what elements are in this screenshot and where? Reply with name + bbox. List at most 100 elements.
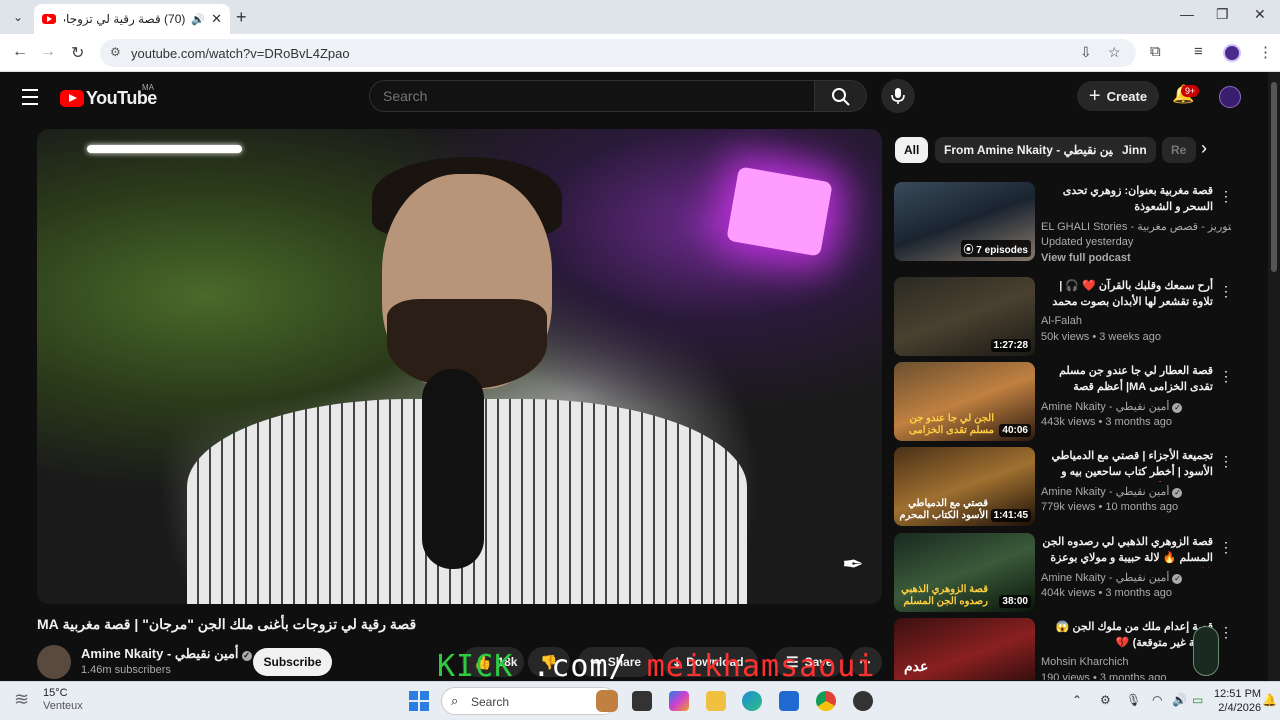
task-view-icon[interactable] [632, 691, 652, 711]
rec-channel[interactable]: Amine Nkaity - أمين نقيطي ✓ [1041, 571, 1231, 584]
reload-icon[interactable]: ↻ [71, 43, 84, 63]
taskbar-search-label: Search [471, 695, 510, 709]
clock-time: 12:51 PM [1214, 688, 1262, 700]
new-tab-button[interactable]: + [236, 7, 247, 28]
rec-title[interactable]: قصة إعدام ملك من ملوك الجن 😱 (نهاية غير … [1041, 619, 1213, 651]
rec-channel[interactable]: Amine Nkaity - أمين نقيطي ✓ [1041, 400, 1231, 413]
rec-title[interactable]: قصة الزوهري الذهبي لي رصدوه الجن المسلم … [1041, 534, 1213, 568]
minimize-icon[interactable]: — [1180, 6, 1194, 22]
tray-app-icon[interactable]: ⚙ [1100, 693, 1111, 707]
weather-wind-icon[interactable]: ≋ [14, 689, 29, 710]
rec-more-icon[interactable]: ⋮ [1219, 283, 1233, 300]
taskbar-search[interactable]: ⌕ Search [441, 687, 617, 715]
duration-badge: 1:41:45 [990, 509, 1031, 522]
chrome-icon[interactable] [816, 691, 836, 711]
rec-more-icon[interactable]: ⋮ [1219, 368, 1233, 385]
tray-chevron-icon[interactable]: ⌃ [1072, 693, 1082, 707]
browser-menu-icon[interactable]: ⋮ [1258, 43, 1273, 61]
rec-more-icon[interactable]: ⋮ [1219, 453, 1233, 470]
rec-channel[interactable]: Al-Falah [1041, 315, 1231, 327]
system-clock[interactable]: 12:51 PM 2/4/2026 [1214, 687, 1261, 715]
video-thumbnail[interactable]: قصتي مع الدمياطي الأسود الكتاب المحرم 1:… [894, 447, 1035, 526]
recommendation-item[interactable]: قصة الزوهري الذهبي رصدوه الجن المسلم 38:… [894, 533, 1234, 613]
search-input[interactable] [383, 88, 783, 104]
windows-start-icon[interactable] [409, 691, 429, 711]
menu-hamburger-icon[interactable] [22, 89, 38, 110]
install-app-icon[interactable]: ⇩ [1080, 44, 1092, 61]
duration-badge: 40:06 [999, 424, 1031, 437]
rec-meta: 50k views • 3 weeks ago [1041, 331, 1162, 343]
extensions-icon[interactable]: ⧉ [1150, 43, 1161, 60]
recommendation-item[interactable]: عدم قصة إعدام ملك من ملوك الجن 😱 (نهاية … [894, 618, 1234, 680]
voice-search-button[interactable] [881, 79, 915, 113]
view-full-podcast-link[interactable]: View full podcast [1041, 252, 1131, 264]
rec-more-icon[interactable]: ⋮ [1219, 188, 1233, 205]
video-thumbnail[interactable]: عدم [894, 618, 1035, 680]
chip-partial[interactable]: Re [1162, 137, 1196, 163]
video-thumbnail[interactable]: 1:27:28 [894, 277, 1035, 356]
rec-title[interactable]: قصة مغربية بعنوان: زوهري تحدى السحر و ال… [1041, 183, 1213, 215]
battery-icon[interactable]: ▭ [1192, 693, 1203, 707]
tray-mic-icon[interactable]: 🎙 [1126, 693, 1141, 707]
channel-avatar[interactable] [37, 645, 71, 679]
chip-jinn[interactable]: Jinn [1113, 137, 1156, 163]
video-thumbnail[interactable]: الجن لي جا عندو جن مسلم تقدى الخزامى 40:… [894, 362, 1035, 441]
browser-profile-avatar[interactable] [1223, 44, 1241, 62]
file-explorer-icon[interactable] [706, 691, 726, 711]
chip-from-channel[interactable]: From Amine Nkaity - أمين نقيطي [935, 137, 1132, 163]
tab-search-icon[interactable]: ⌄ [8, 7, 28, 27]
verified-icon: ✓ [1172, 488, 1183, 498]
youtube-logo[interactable]: YouTube MA [60, 83, 157, 109]
weather-widget[interactable]: 15°C Venteux [43, 687, 83, 713]
rec-more-icon[interactable]: ⋮ [1219, 539, 1233, 556]
search-button[interactable] [815, 80, 867, 112]
recommendation-item[interactable]: قصتي مع الدمياطي الأسود الكتاب المحرم 1:… [894, 447, 1234, 527]
media-controls-icon[interactable]: ≡ [1194, 43, 1203, 60]
stream-overlay-text: KICK .com/ meikhamsaoui [437, 649, 876, 684]
page-scrollbar[interactable] [1268, 72, 1280, 682]
channel-name[interactable]: Amine Nkaity - أمين نقيطي ✓ [81, 646, 252, 662]
channel-watermark-icon[interactable]: ✒ [842, 549, 864, 580]
scrollbar-thumb[interactable] [1271, 82, 1277, 272]
window-close-icon[interactable]: ✕ [1254, 6, 1266, 23]
video-player[interactable]: ✒ [37, 129, 882, 604]
chevron-right-icon[interactable]: › [1201, 138, 1207, 159]
user-avatar[interactable] [1219, 86, 1241, 108]
verified-icon: ✓ [1172, 574, 1183, 584]
rec-title[interactable]: أرح سمعك وقلبك بالقرآن ❤️ 🎧 | تلاوة تقشع… [1041, 278, 1213, 312]
search-highlight-icon[interactable] [596, 690, 618, 712]
recommendation-item[interactable]: 1:27:28 أرح سمعك وقلبك بالقرآن ❤️ 🎧 | تل… [894, 277, 1234, 357]
back-arrow-icon[interactable]: ← [12, 43, 28, 61]
chip-all[interactable]: All [895, 137, 929, 163]
notifications-icon[interactable]: 🔔 [1262, 693, 1277, 707]
tab-close-icon[interactable]: ✕ [211, 11, 222, 27]
forward-arrow-icon[interactable]: → [40, 43, 56, 61]
url-field[interactable]: ⚙ youtube.com/watch?v=DRoBvL4Zpao ⇩ ☆ [100, 39, 1136, 67]
edge-icon[interactable] [742, 691, 762, 711]
rec-title[interactable]: قصة العطار لي جا عندو جن مسلم تقدى الخزا… [1041, 363, 1213, 397]
recommendation-item[interactable]: ⦿ 7 episodes قصة مغربية بعنوان: زوهري تح… [894, 182, 1234, 264]
bookmark-star-icon[interactable]: ☆ [1108, 44, 1121, 61]
video-thumbnail[interactable]: قصة الزوهري الذهبي رصدوه الجن المسلم 38:… [894, 533, 1035, 612]
copilot-icon[interactable] [669, 691, 689, 711]
app-icon[interactable] [853, 691, 873, 711]
duration-badge: 38:00 [999, 595, 1031, 608]
browser-tab-active[interactable]: (70) قصة رقية لي تزوجات بأغنى ملك الجن 🔊… [34, 4, 230, 34]
create-button[interactable]: + Create [1077, 81, 1159, 111]
restore-icon[interactable]: ❐ [1216, 6, 1229, 23]
rec-title[interactable]: تجميعة الأجزاء | قصتي مع الدمياطي الأسود… [1041, 448, 1213, 482]
rec-channel[interactable]: EL GHALI Stories - الغالي ستوريز - قصص م… [1041, 220, 1231, 233]
volume-icon[interactable]: 🔊 [1172, 693, 1187, 707]
rec-channel[interactable]: Amine Nkaity - أمين نقيطي ✓ [1041, 485, 1231, 498]
video-thumbnail[interactable]: ⦿ 7 episodes [894, 182, 1035, 261]
audio-playing-icon[interactable]: 🔊 [191, 13, 205, 26]
wifi-icon[interactable]: ◠ [1152, 693, 1162, 707]
rec-more-icon[interactable]: ⋮ [1219, 624, 1233, 641]
notification-badge: 9+ [1181, 85, 1200, 97]
subscribe-button[interactable]: Subscribe [253, 648, 332, 676]
store-icon[interactable] [779, 691, 799, 711]
search-box[interactable] [369, 80, 815, 112]
floating-channel-logo[interactable] [1193, 626, 1219, 676]
recommendation-item[interactable]: الجن لي جا عندو جن مسلم تقدى الخزامى 40:… [894, 362, 1234, 442]
site-info-icon[interactable]: ⚙ [110, 45, 121, 59]
